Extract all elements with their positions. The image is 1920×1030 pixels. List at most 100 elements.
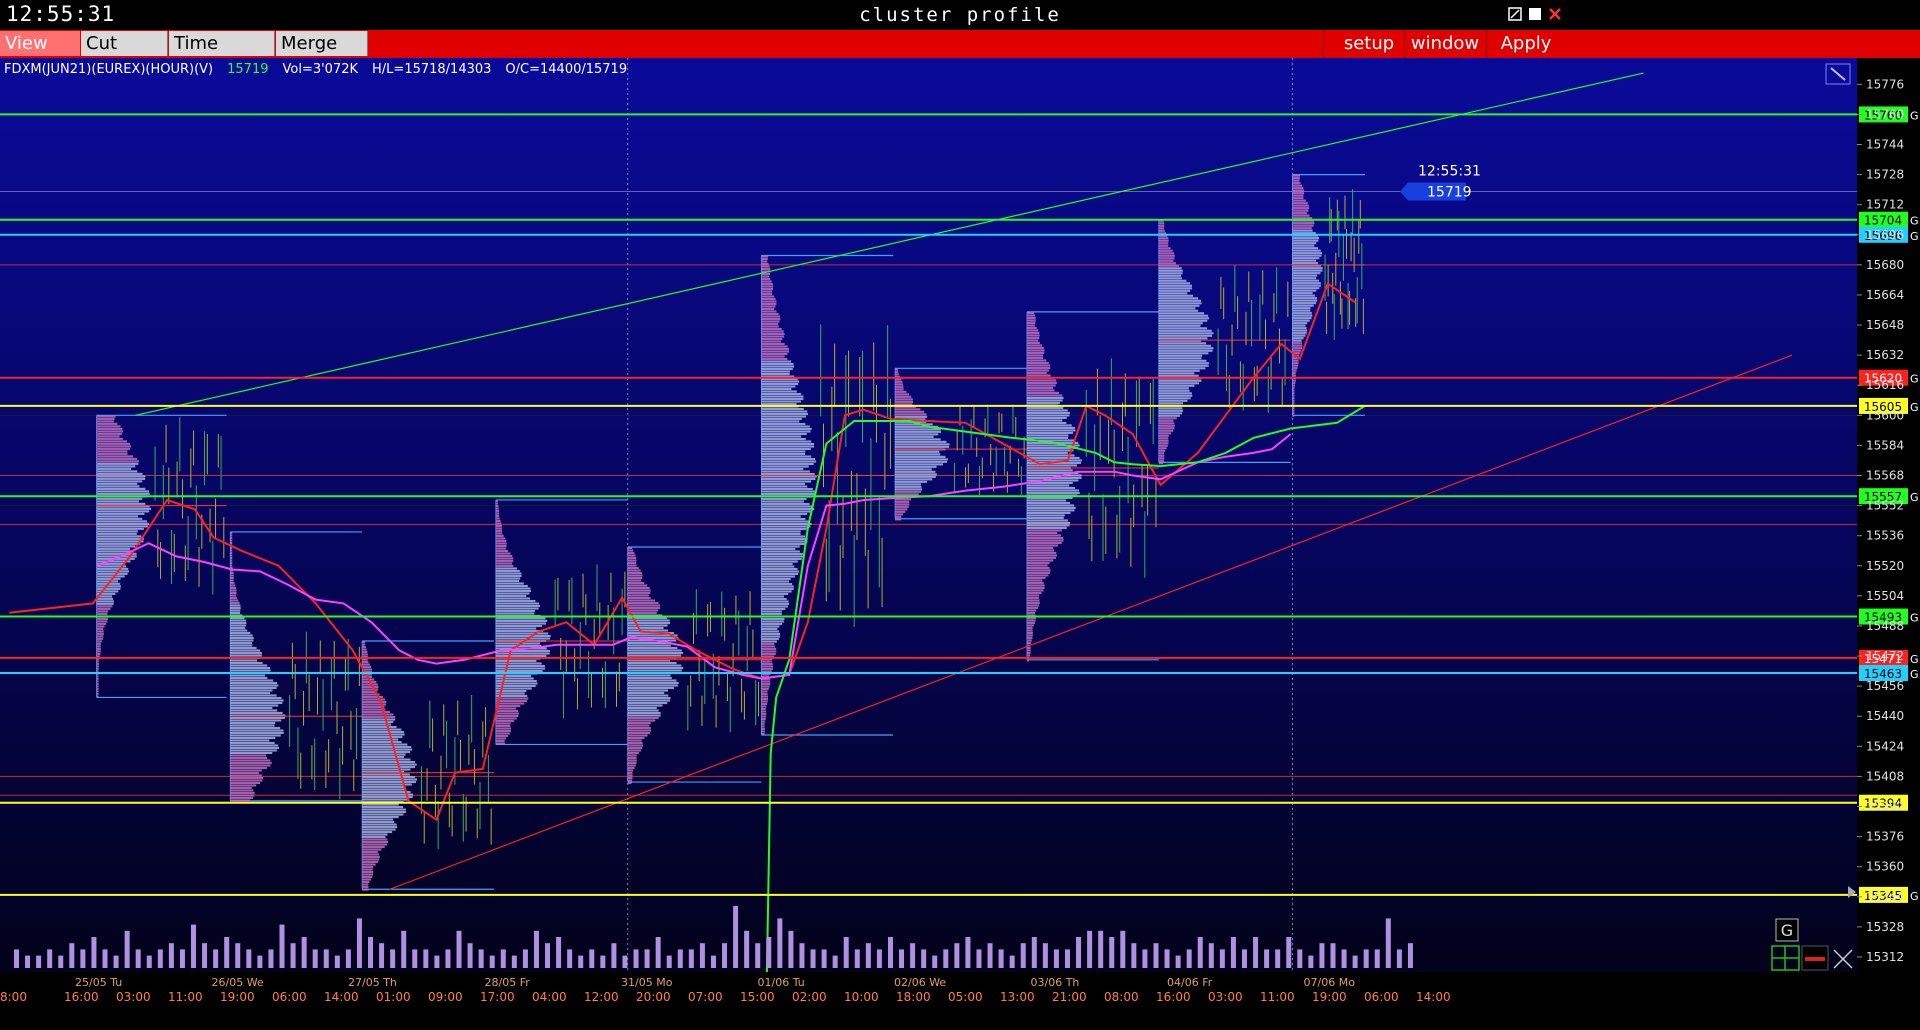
profile-bar xyxy=(761,517,806,521)
profile-bar xyxy=(230,691,271,695)
time-interval-button[interactable]: Time Interval xyxy=(169,31,275,79)
minimize-icon[interactable] xyxy=(1508,7,1522,21)
profile-bar xyxy=(761,707,766,711)
x-day-label: 25/05 Tu xyxy=(75,976,122,989)
profile-bar xyxy=(230,611,241,615)
profile-bar xyxy=(761,630,780,633)
profile-bar xyxy=(96,497,143,500)
profile-bar xyxy=(96,450,128,453)
window-button[interactable]: window xyxy=(1405,31,1485,56)
profile-bar xyxy=(761,687,769,691)
profile-bar xyxy=(761,337,783,341)
profile-bar xyxy=(761,360,792,363)
profile-bar xyxy=(1292,214,1310,217)
profile-bar xyxy=(627,724,650,727)
profile-bar xyxy=(495,574,522,578)
profile-bar xyxy=(1026,399,1063,402)
profile-bar xyxy=(96,602,114,605)
profile-bar xyxy=(230,586,237,590)
profile-bar xyxy=(495,527,503,530)
profile-bar xyxy=(1158,414,1180,417)
profile-bar xyxy=(895,410,925,413)
volume-bar xyxy=(766,937,772,968)
profile-bar xyxy=(362,861,378,864)
profile-bar xyxy=(362,758,411,761)
setup-button[interactable]: setup xyxy=(1330,31,1408,56)
profile-bar xyxy=(761,702,768,706)
volume-bar xyxy=(36,955,42,968)
profile-bar xyxy=(761,585,794,588)
x-time-label: 02:00 xyxy=(792,990,827,1004)
profile-bar xyxy=(96,427,123,430)
profile-bar xyxy=(1292,249,1321,252)
color-toggle-icon[interactable] xyxy=(1801,945,1829,971)
profile-bar xyxy=(495,607,539,610)
profile-bar xyxy=(1026,324,1035,327)
profile-bar xyxy=(1026,629,1033,632)
merge-contr-button[interactable]: Merge Contr xyxy=(276,31,368,79)
profile-bar xyxy=(761,565,795,568)
volume-label: Vol=3'072K xyxy=(282,62,359,77)
view-dom-button[interactable]: View DOM xyxy=(0,31,80,79)
profile-bar xyxy=(495,564,514,568)
close-icon[interactable] xyxy=(1548,7,1562,21)
profile-bar xyxy=(1158,242,1169,245)
profile-bar xyxy=(761,577,791,581)
profile-bar xyxy=(895,483,921,486)
profile-bar xyxy=(627,711,661,715)
profile-bar xyxy=(761,595,784,598)
price-chart[interactable]: 15760 G15704 G15696 G15620 G15605 G15557 G1549… xyxy=(0,58,1920,1030)
profile-bar xyxy=(230,716,285,720)
profile-bar xyxy=(362,726,397,729)
profile-bar xyxy=(627,651,684,655)
profile-bar xyxy=(1026,619,1036,622)
profile-bar xyxy=(761,537,808,541)
profile-bar xyxy=(761,545,800,548)
cut-breaks-button[interactable]: Cut Breaks xyxy=(81,31,168,79)
profile-bar xyxy=(761,587,794,591)
apply-button[interactable]: Apply xyxy=(1487,31,1565,56)
profile-bar xyxy=(1292,349,1302,352)
volume-bar xyxy=(744,930,750,968)
volume-bar xyxy=(290,943,296,968)
profile-bar xyxy=(230,741,275,745)
profile-bar xyxy=(761,665,774,668)
profile-bar xyxy=(362,653,368,656)
profile-bar xyxy=(895,430,941,433)
g-toggle-button[interactable]: G xyxy=(1775,918,1799,942)
profile-bar xyxy=(895,373,899,376)
volume-bar xyxy=(1230,937,1236,968)
profile-bar xyxy=(761,277,771,281)
profile-bar xyxy=(495,567,517,570)
maximize-icon[interactable] xyxy=(1528,7,1542,21)
profile-bar xyxy=(495,604,541,608)
profile-bar xyxy=(362,686,379,689)
profile-bar xyxy=(895,468,932,471)
profile-bar xyxy=(96,660,99,663)
profile-bar xyxy=(1158,244,1169,247)
volume-bar xyxy=(1186,949,1192,968)
profile-bar xyxy=(761,712,767,716)
profile-bar xyxy=(761,550,800,553)
profile-bar xyxy=(627,726,651,730)
profile-bar xyxy=(495,632,549,635)
profile-bar xyxy=(1292,227,1312,230)
profile-bar xyxy=(1158,454,1165,457)
profile-bar xyxy=(627,559,637,562)
profile-bar xyxy=(230,799,251,802)
profile-bar xyxy=(761,557,802,561)
profile-bar xyxy=(1292,397,1295,400)
profile-bar xyxy=(1026,561,1050,564)
profile-bar xyxy=(1158,272,1183,275)
profile-bar xyxy=(362,741,402,744)
profile-bar xyxy=(761,642,775,646)
profile-bar xyxy=(895,493,919,496)
profile-bar xyxy=(230,766,267,770)
profile-bar xyxy=(1026,436,1068,439)
y-tick-label: 15712 xyxy=(1866,198,1904,212)
profile-bar xyxy=(1292,307,1311,310)
profile-bar xyxy=(1026,429,1076,432)
profile-bar xyxy=(230,669,271,672)
profile-bar xyxy=(1026,566,1050,569)
profile-bar xyxy=(761,285,774,288)
